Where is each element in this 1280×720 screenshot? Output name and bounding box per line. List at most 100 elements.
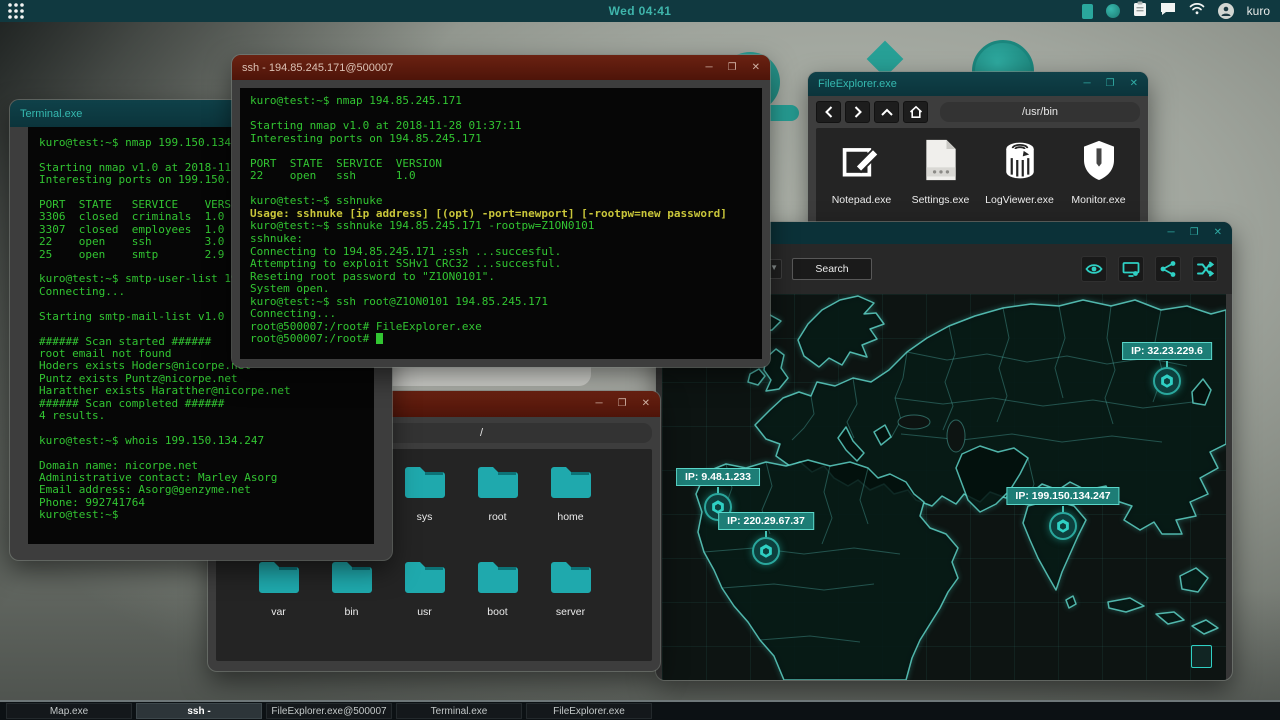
- address-bar[interactable]: /usr/bin: [940, 102, 1140, 122]
- folder-label: usr: [417, 606, 432, 618]
- top-bar: Wed 04:41 kuro: [0, 0, 1280, 22]
- monitor-icon: [1079, 138, 1119, 187]
- tray-device-icon[interactable]: [1081, 3, 1093, 19]
- terminal-line: root@500007:/root#: [250, 333, 752, 346]
- taskbar-item[interactable]: Map.exe: [6, 703, 132, 719]
- terminal-cursor: [375, 333, 383, 345]
- folder-item[interactable]: usr: [388, 556, 461, 651]
- tray-status-icon[interactable]: [1105, 4, 1120, 18]
- taskbar-item[interactable]: FileExplorer.exe: [526, 703, 652, 719]
- window-title: ssh - 194.85.245.171@500007: [242, 61, 394, 74]
- eye-icon[interactable]: [1081, 256, 1107, 282]
- folder-item[interactable]: home: [534, 461, 607, 556]
- map-marker[interactable]: [1049, 512, 1077, 540]
- folder-icon: [401, 461, 449, 506]
- search-button[interactable]: Search: [792, 258, 872, 280]
- terminal-line: Connecting...: [250, 307, 337, 321]
- map-marker[interactable]: [1153, 367, 1181, 395]
- map-ip-label[interactable]: IP: 32.23.229.6: [1122, 342, 1212, 360]
- ssh-window: ssh - 194.85.245.171@500007 ─ ❐ ✕ kuro@t…: [232, 55, 770, 367]
- terminal-line: kuro@test:~$: [39, 508, 119, 522]
- system-tray: kuro: [1081, 1, 1280, 22]
- maximize-icon[interactable]: ❐: [1106, 79, 1115, 89]
- terminal-line: Attempting to exploit SSHv1 CRC32 ...suc…: [250, 257, 562, 271]
- folder-item[interactable]: var: [242, 556, 315, 651]
- minimize-icon[interactable]: ─: [706, 62, 713, 73]
- chat-icon[interactable]: [1160, 2, 1176, 21]
- close-icon[interactable]: ✕: [752, 62, 760, 73]
- folder-icon: [547, 461, 595, 506]
- window-title: Terminal.exe: [20, 107, 83, 120]
- maximize-icon[interactable]: ❐: [618, 399, 627, 409]
- terminal-line: 22 open ssh 1.0: [250, 169, 416, 183]
- map-ip-label[interactable]: IP: 220.29.67.37: [718, 512, 814, 530]
- notepad-icon: [840, 138, 884, 187]
- folder-item[interactable]: boot: [461, 556, 534, 651]
- folder-icon: [328, 556, 376, 601]
- maximize-icon[interactable]: ❐: [728, 62, 737, 73]
- taskbar-item[interactable]: Terminal.exe: [396, 703, 522, 719]
- map-marker[interactable]: [752, 537, 780, 565]
- terminal-line: 4 results.: [39, 408, 106, 422]
- folder-icon: [474, 556, 522, 601]
- username: kuro: [1246, 4, 1270, 18]
- share-icon[interactable]: [1155, 256, 1181, 282]
- user-avatar[interactable]: [1217, 3, 1234, 19]
- close-icon[interactable]: ✕: [642, 399, 650, 409]
- close-icon[interactable]: ✕: [1130, 79, 1138, 89]
- folder-item[interactable]: bin: [315, 556, 388, 651]
- folder-icon: [401, 556, 449, 601]
- file-list: Notepad.exe Settings.exe LogViewer.exe Moni…: [816, 128, 1140, 232]
- file-label: LogViewer.exe: [985, 194, 1054, 206]
- file-explorer-local-titlebar[interactable]: FileExplorer.exe ─ ❐ ✕: [808, 72, 1148, 96]
- file-item[interactable]: Monitor.exe: [1059, 138, 1138, 232]
- taskbar: Map.exe ssh - FileExplorer.exe@500007 Termi…: [0, 700, 1280, 720]
- folder-label: bin: [344, 606, 359, 618]
- file-item[interactable]: Notepad.exe: [822, 138, 901, 232]
- folder-item[interactable]: server: [534, 556, 607, 651]
- map-ip-label[interactable]: IP: 199.150.134.247: [1006, 487, 1120, 505]
- folder-label: server: [555, 606, 586, 618]
- terminal-line: Starting nmap v1.0 at 2018-11-28 01:37:1…: [250, 119, 522, 133]
- file-item[interactable]: Settings.exe: [901, 138, 980, 232]
- minimize-icon[interactable]: ─: [1168, 228, 1175, 238]
- terminal-line: System open.: [250, 282, 330, 296]
- terminal-line: kuro@test:~$ whois 199.150.134.247: [39, 433, 265, 447]
- window-title: FileExplorer.exe: [818, 78, 897, 90]
- back-icon[interactable]: [816, 101, 841, 123]
- ssh-output[interactable]: kuro@test:~$ nmap 194.85.245.171 Startin…: [240, 88, 762, 359]
- taskbar-item[interactable]: FileExplorer.exe@500007: [266, 703, 392, 719]
- map-ip-label[interactable]: IP: 9.48.1.233: [676, 468, 760, 486]
- folder-icon: [255, 556, 303, 601]
- minimize-icon[interactable]: ─: [596, 399, 603, 409]
- terminal-line: sshnuke:: [250, 232, 303, 246]
- maximize-icon[interactable]: ❐: [1190, 228, 1199, 238]
- shuffle-icon[interactable]: [1192, 256, 1218, 282]
- home-icon[interactable]: [903, 101, 928, 123]
- folder-item[interactable]: root: [461, 461, 534, 556]
- terminal-line: kuro@test:~$ nmap 194.85.245.171: [250, 94, 462, 107]
- up-icon[interactable]: [874, 101, 899, 123]
- clipboard-icon[interactable]: [1133, 1, 1147, 22]
- chevron-down-icon[interactable]: ▼: [770, 263, 778, 272]
- logviewer-icon: [998, 138, 1042, 187]
- wifi-icon[interactable]: [1189, 2, 1205, 20]
- folder-label: root: [488, 511, 507, 523]
- folder-label: sys: [416, 511, 433, 523]
- taskbar-item[interactable]: ssh -: [136, 703, 262, 719]
- map-zoom-control[interactable]: [1191, 645, 1212, 668]
- explorer-toolbar: /usr/bin: [808, 96, 1148, 128]
- file-label: Monitor.exe: [1071, 194, 1126, 206]
- screen-share-icon[interactable]: [1118, 256, 1144, 282]
- close-icon[interactable]: ✕: [1214, 228, 1222, 238]
- minimize-icon[interactable]: ─: [1084, 79, 1091, 89]
- file-item[interactable]: LogViewer.exe: [980, 138, 1059, 232]
- forward-icon[interactable]: [845, 101, 870, 123]
- ssh-titlebar[interactable]: ssh - 194.85.245.171@500007 ─ ❐ ✕: [232, 55, 770, 80]
- folder-label: boot: [487, 606, 508, 618]
- terminal-line: kuro@test:~$ sshnuke 194.85.245.171 -roo…: [250, 219, 595, 233]
- folder-item[interactable]: sys: [388, 461, 461, 556]
